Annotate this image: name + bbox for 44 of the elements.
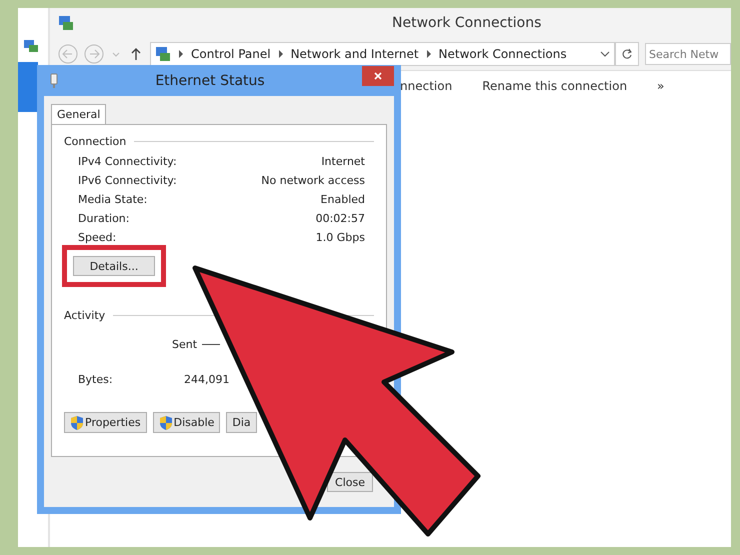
chevron-icon[interactable] xyxy=(278,50,284,58)
dropdown-icon[interactable] xyxy=(600,50,610,58)
field-label: Bytes: xyxy=(78,373,114,386)
window-title: Network Connections xyxy=(392,15,542,31)
close-button[interactable] xyxy=(362,66,394,86)
network-icon xyxy=(23,38,39,54)
field-label: IPv4 Connectivity: xyxy=(78,155,177,168)
field-value: 244,091 xyxy=(184,373,230,386)
address-bar[interactable]: Control Panel Network and Internet Network Connections xyxy=(150,42,615,66)
toolbar-item[interactable]: nnection xyxy=(400,79,452,93)
close-button[interactable]: Close xyxy=(327,472,373,492)
breadcrumb[interactable]: Control Panel xyxy=(191,47,271,61)
up-arrow-icon[interactable] xyxy=(130,47,142,61)
dialog-title: Ethernet Status xyxy=(154,72,266,88)
search-field[interactable]: Search Netw xyxy=(645,43,731,65)
field-label: IPv6 Connectivity: xyxy=(78,174,177,187)
action-button[interactable]: Disable xyxy=(152,412,220,433)
refresh-icon xyxy=(621,48,633,60)
refresh-button[interactable] xyxy=(615,42,639,66)
field-value: Enabled xyxy=(320,193,365,206)
field-value: 00:02:57 xyxy=(316,212,365,225)
toolbar-item[interactable]: » xyxy=(657,79,664,93)
network-icon xyxy=(155,46,171,62)
field-label: Duration: xyxy=(78,212,130,225)
field-value: 1.0 Gbps xyxy=(316,231,365,244)
field-value: Internet xyxy=(321,155,365,168)
field-value: No network access xyxy=(261,174,365,187)
action-button[interactable]: Properties xyxy=(64,412,147,433)
chevron-icon[interactable] xyxy=(178,50,184,58)
group-heading: Connection xyxy=(64,135,126,148)
chevron-icon[interactable] xyxy=(426,50,432,58)
field-label: Media State: xyxy=(78,193,148,206)
toolbar-item[interactable]: Rename this connection xyxy=(482,79,628,93)
group-heading: Activity xyxy=(64,309,106,322)
breadcrumb[interactable]: Network and Internet xyxy=(290,47,419,61)
plug-icon xyxy=(50,72,58,88)
tab[interactable]: General xyxy=(51,104,106,124)
details-button[interactable]: Details... xyxy=(73,256,155,276)
field-label: Speed: xyxy=(78,231,116,244)
close-icon xyxy=(373,70,383,80)
action-button[interactable]: Dia xyxy=(226,412,257,433)
sent-label: Sent xyxy=(172,338,198,351)
breadcrumb[interactable]: Network Connections xyxy=(438,47,567,61)
network-icon xyxy=(58,15,74,31)
